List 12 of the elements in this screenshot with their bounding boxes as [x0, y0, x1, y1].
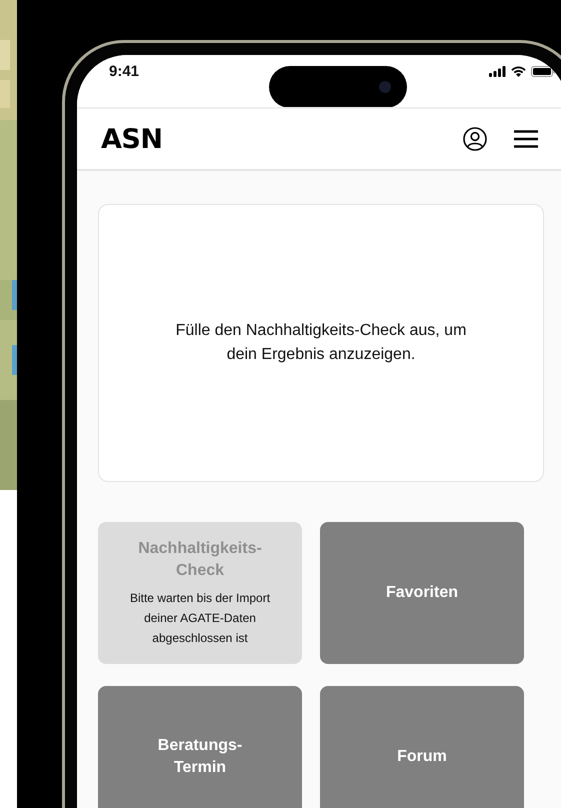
tile-button[interactable]: Forum [320, 686, 524, 808]
tile-button[interactable]: Beratungs-Termin [98, 686, 302, 808]
battery-icon [531, 66, 555, 77]
tile-button[interactable]: Favoriten [320, 522, 524, 664]
status-time: 9:41 [109, 63, 140, 80]
app-logo: ASN [101, 124, 162, 154]
wifi-icon [511, 66, 526, 77]
profile-icon[interactable] [463, 127, 487, 151]
result-message: Fülle den Nachhaltigkeits-Check aus, um dein Ergebnis anzuzeigen. [174, 321, 468, 365]
menu-icon[interactable] [513, 129, 539, 149]
signal-icon [489, 66, 506, 77]
tile-note: Bitte warten bis der Import deiner AGATE-Daten abgeschlossen ist [128, 590, 272, 647]
